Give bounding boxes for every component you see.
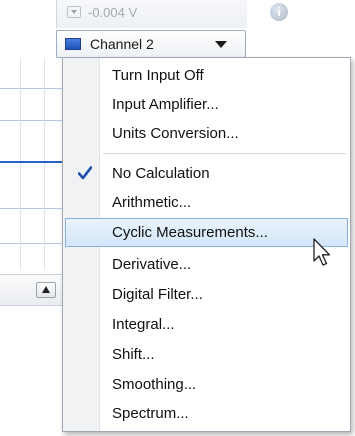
menu-item-label: Cyclic Measurements... (112, 224, 268, 241)
menu-item-digital-filter[interactable]: Digital Filter... (65, 280, 348, 309)
reading-bar: -0.004 V i (56, 0, 288, 28)
menu-item-integral[interactable]: Integral... (65, 310, 348, 339)
menu-item-label: Smoothing... (112, 376, 197, 393)
mouse-pointer-icon (313, 238, 331, 266)
menu-item-label: No Calculation (112, 165, 210, 182)
menu-item-units-conversion[interactable]: Units Conversion... (65, 119, 348, 148)
channel-dropdown[interactable]: Channel 2 (56, 30, 246, 58)
menu-item-label: Spectrum... (112, 405, 189, 422)
grid-line (0, 88, 62, 89)
grid-line (0, 243, 62, 244)
menu-item-label: Digital Filter... (112, 286, 203, 303)
menu-item-no-calculation[interactable]: No Calculation (65, 159, 348, 188)
menu-item-label: Arithmetic... (112, 194, 192, 211)
menu-item-label: Turn Input Off (112, 67, 204, 84)
grid-line (0, 208, 62, 209)
menu-item-smoothing[interactable]: Smoothing... (65, 370, 348, 399)
screen: -0.004 V i Channel 2 Turn Input Off Inpu… (0, 0, 355, 436)
menu-item-arithmetic[interactable]: Arithmetic... (65, 188, 348, 217)
menu-item-label: Integral... (112, 316, 175, 333)
menu-item-input-amplifier[interactable]: Input Amplifier... (65, 90, 348, 119)
menu-item-label: Input Amplifier... (112, 96, 219, 113)
menu-item-spectrum[interactable]: Spectrum... (65, 399, 348, 428)
signal-trace (0, 161, 62, 163)
checkmark-icon (78, 166, 92, 180)
menu-item-derivative[interactable]: Derivative... (65, 250, 348, 279)
channel-color-swatch (65, 38, 81, 50)
menu-item-label: Units Conversion... (112, 125, 239, 142)
menu-item-shift[interactable]: Shift... (65, 340, 348, 369)
menu-separator (103, 153, 346, 154)
chart-area (0, 58, 63, 270)
triangle-button[interactable] (36, 282, 56, 298)
grid-line (20, 58, 21, 270)
channel-context-menu: Turn Input Off Input Amplifier... Units … (62, 57, 351, 432)
grid-line (0, 120, 62, 121)
channel-label: Channel 2 (90, 36, 154, 52)
menu-item-label: Shift... (112, 346, 155, 363)
reading-value: -0.004 V (88, 5, 138, 20)
reading-dropdown-icon[interactable] (67, 6, 81, 18)
chevron-down-icon[interactable] (215, 41, 227, 48)
menu-item-label: Derivative... (112, 256, 192, 273)
info-icon[interactable]: i (270, 3, 288, 21)
menu-item-cyclic-measurements[interactable]: Cyclic Measurements... (65, 218, 348, 247)
grid-line (44, 58, 45, 270)
menu-item-turn-input-off[interactable]: Turn Input Off (65, 61, 348, 90)
